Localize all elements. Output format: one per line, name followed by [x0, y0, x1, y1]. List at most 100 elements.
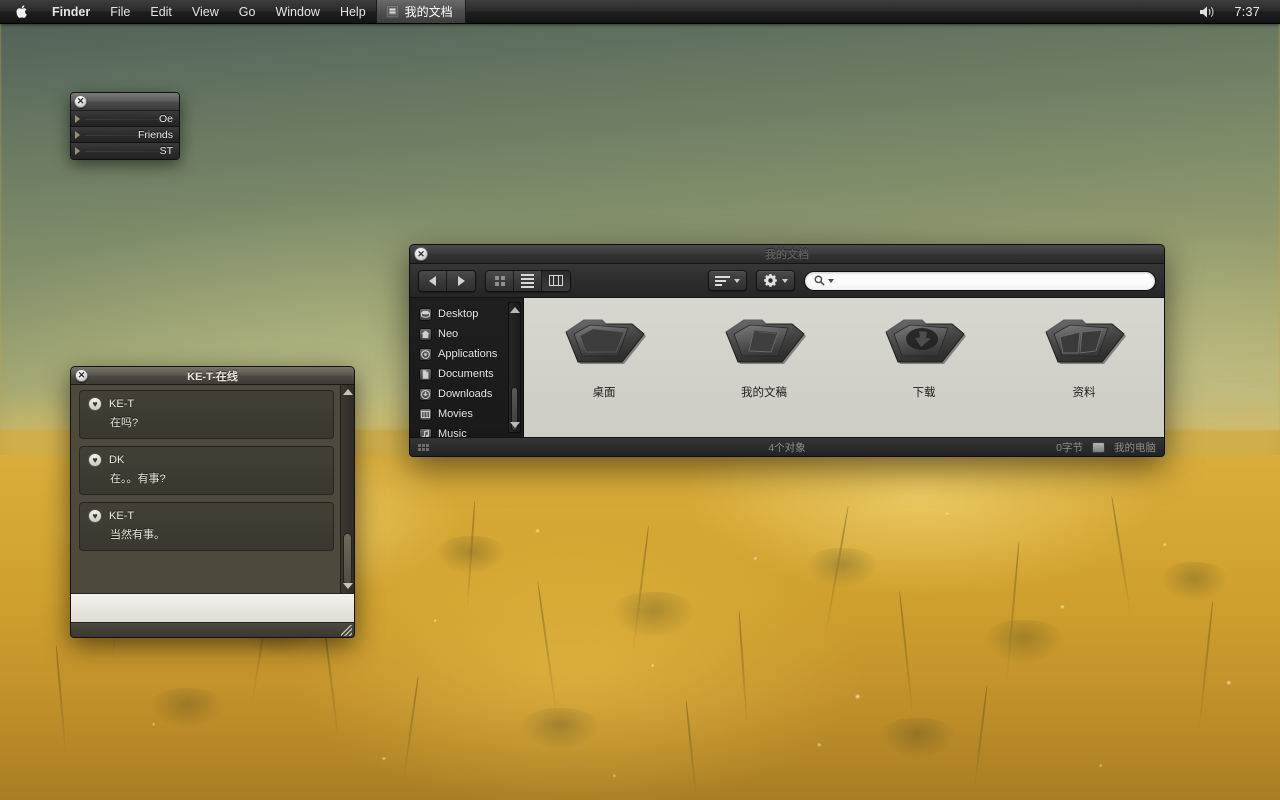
row-divider	[85, 134, 176, 136]
menu-item-go[interactable]: Go	[229, 0, 266, 23]
sidebar-item-label: Applications	[438, 348, 498, 360]
chat-titlebar[interactable]: ✕ KE-T-在线	[71, 367, 354, 385]
icon-view-button[interactable]	[486, 270, 514, 291]
folder-desktop-icon	[556, 312, 652, 378]
sidebar-scrollbar[interactable]	[508, 302, 521, 433]
menu-item-file[interactable]: File	[100, 0, 140, 23]
file-item[interactable]: 资料	[1004, 312, 1164, 400]
finder-statusbar: 4个对象 0字节 我的电脑	[410, 437, 1164, 456]
sidebar-item-movies[interactable]: Movies	[410, 404, 523, 424]
chat-body: ♥ KE-T 在吗? ♥ DK 在。。有事? ♥ KE-T 当然有事。	[71, 385, 354, 593]
finder-titlebar[interactable]: ✕ 我的文档	[410, 245, 1164, 264]
chat-scrollbar[interactable]	[340, 385, 354, 593]
movies-icon	[419, 407, 432, 421]
forward-button[interactable]	[447, 270, 475, 291]
buddy-group-row[interactable]: Oe	[71, 111, 179, 127]
sidebar-item-documents[interactable]: Documents	[410, 364, 523, 384]
chat-window-title: KE-T-在线	[187, 370, 238, 383]
sidebar-item-desktop[interactable]: Desktop	[410, 304, 523, 324]
file-item[interactable]: 桌面	[524, 312, 684, 400]
buddy-panel-titlebar: ✕	[71, 93, 179, 111]
gear-icon	[764, 273, 777, 287]
grid-view-icon[interactable]	[418, 443, 429, 451]
close-icon[interactable]: ✕	[414, 247, 428, 261]
location-label: 我的电脑	[1114, 441, 1156, 454]
column-view-button[interactable]	[542, 270, 570, 291]
scroll-up-arrow-icon[interactable]	[342, 389, 353, 395]
finder-sidebar: Desktop Neo Applications Documents Downl…	[410, 298, 524, 441]
file-item[interactable]: 下载	[844, 312, 1004, 400]
chat-message-sender: KE-T	[109, 398, 135, 410]
search-scope-chevron-icon[interactable]	[828, 278, 834, 283]
navigation-buttons	[418, 269, 476, 292]
heart-icon: ♥	[88, 509, 102, 523]
menubar-status-items: 7:37	[1191, 5, 1280, 19]
chat-message-text: 当然有事。	[110, 529, 165, 541]
menubar-active-window[interactable]: 我的文档	[375, 0, 466, 23]
search-magnifier-icon	[814, 275, 825, 286]
file-item[interactable]: 我的文稿	[684, 312, 844, 400]
chat-message-sender: DK	[109, 454, 125, 466]
search-input[interactable]	[837, 274, 1146, 287]
buddy-group-row[interactable]: Friends	[71, 127, 179, 143]
row-divider	[85, 151, 176, 152]
resize-grip-icon[interactable]	[341, 625, 352, 636]
sidebar-item-label: Documents	[438, 368, 494, 380]
chat-input-area[interactable]	[71, 593, 354, 623]
list-view-button[interactable]	[514, 270, 542, 291]
row-divider	[85, 118, 176, 120]
chevron-right-icon	[75, 130, 80, 139]
back-button[interactable]	[419, 270, 447, 291]
menubar-window-title: 我的文档	[404, 5, 453, 19]
close-icon[interactable]: ✕	[75, 369, 88, 382]
speaker-volume-icon	[1200, 6, 1214, 17]
arrange-icon	[715, 275, 730, 286]
menu-item-edit[interactable]: Edit	[140, 0, 182, 23]
grid-icon	[494, 275, 505, 286]
sidebar-item-neo[interactable]: Neo	[410, 324, 523, 344]
sidebar-item-label: Desktop	[438, 308, 479, 320]
menubar-clock[interactable]: 7:37	[1228, 5, 1266, 19]
scroll-down-arrow-icon[interactable]	[509, 422, 520, 428]
buddy-group-row[interactable]: ST	[71, 143, 179, 159]
arrange-button[interactable]	[708, 270, 747, 291]
back-arrow-icon	[429, 275, 436, 286]
sidebar-item-downloads[interactable]: Downloads	[410, 384, 523, 404]
chat-message: ♥ DK 在。。有事?	[79, 446, 334, 495]
desktop-icon	[419, 307, 432, 321]
statusbar-right: 0字节 我的电脑	[1056, 440, 1156, 455]
scroll-up-arrow-icon[interactable]	[509, 307, 520, 313]
file-label: 桌面	[592, 387, 616, 399]
applications-icon	[419, 347, 432, 361]
view-mode-switcher	[485, 269, 571, 292]
apple-menu-icon[interactable]	[0, 0, 42, 23]
close-icon[interactable]: ✕	[74, 95, 87, 108]
buddy-list-panel: ✕ Oe Friends ST	[70, 92, 180, 160]
chat-input[interactable]	[71, 594, 354, 622]
sidebar-item-label: Downloads	[438, 388, 493, 400]
chevron-right-icon	[75, 114, 80, 123]
menu-item-window[interactable]: Window	[265, 0, 329, 23]
scroll-down-arrow-icon[interactable]	[342, 583, 353, 589]
scrollbar-thumb[interactable]	[343, 533, 352, 585]
menu-item-help[interactable]: Help	[330, 0, 376, 23]
action-menu-button[interactable]	[756, 270, 795, 291]
folder-downloads-icon	[876, 312, 972, 378]
chevron-down-icon	[734, 278, 740, 283]
search-field[interactable]	[804, 270, 1156, 291]
chevron-right-icon	[75, 147, 80, 155]
heart-icon: ♥	[88, 453, 102, 467]
menu-item-finder[interactable]: Finder	[42, 0, 100, 23]
hard-disk-icon	[1092, 441, 1105, 453]
menu-item-view[interactable]: View	[182, 0, 229, 23]
sidebar-item-applications[interactable]: Applications	[410, 344, 523, 364]
sidebar-item-label: Movies	[438, 408, 473, 420]
sidebar-item-label: Neo	[438, 328, 459, 340]
file-grid: 桌面 我的文稿 下载 资料	[524, 298, 1164, 437]
chat-message-list: ♥ KE-T 在吗? ♥ DK 在。。有事? ♥ KE-T 当然有事。	[71, 385, 340, 593]
chat-window: ✕ KE-T-在线 ♥ KE-T 在吗? ♥ DK 在。。有事? ♥ KE-T …	[70, 366, 355, 638]
finder-toolbar	[410, 264, 1164, 298]
chat-message-text: 在。。有事?	[110, 473, 166, 485]
volume-icon[interactable]	[1191, 5, 1224, 19]
window-proxy-icon	[385, 5, 399, 18]
